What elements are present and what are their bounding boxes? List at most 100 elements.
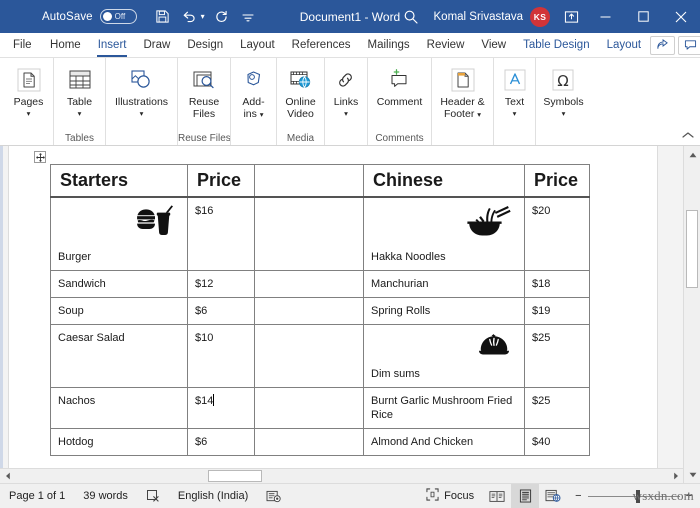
tab-review[interactable]: Review	[418, 33, 473, 57]
text-button[interactable]: Text ▾	[494, 63, 536, 120]
header-footer-button[interactable]: Header & Footer ▾	[432, 63, 493, 122]
scroll-left-icon[interactable]	[0, 469, 15, 483]
reuse-files-button[interactable]: Reuse Files	[178, 63, 230, 122]
cell-price[interactable]: $16	[187, 196, 255, 271]
table-row[interactable]: Hotdog $6 Almond And Chicken $40	[50, 427, 590, 456]
document-page[interactable]: Starters Price Chinese Price Burger $16 …	[8, 146, 658, 483]
print-layout-icon[interactable]	[511, 483, 540, 508]
cell-gap[interactable]	[254, 323, 364, 388]
comments-icon[interactable]	[677, 35, 700, 55]
cell-price[interactable]: $12	[187, 269, 255, 298]
cell-item2[interactable]: Spring Rolls	[363, 296, 525, 325]
cell-item2[interactable]: Manchurian	[363, 269, 525, 298]
tab-view[interactable]: View	[473, 33, 515, 57]
cell-item2[interactable]: Dim sums	[363, 323, 525, 388]
tab-insert[interactable]: Insert	[89, 33, 135, 57]
cell-price[interactable]: $10	[187, 323, 255, 388]
cell-item[interactable]: Soup	[50, 296, 188, 325]
cell-price[interactable]: $6	[187, 296, 255, 325]
add-ins-button[interactable]: Add-ins ▾	[231, 63, 276, 122]
table-button[interactable]: Table ▾	[59, 63, 101, 120]
avatar[interactable]: KS	[530, 6, 550, 27]
undo-dropdown-icon[interactable]: ▾	[198, 12, 208, 21]
vertical-scrollbar[interactable]	[683, 146, 700, 483]
word-count[interactable]: 39 words	[74, 490, 137, 502]
tab-mailings[interactable]: Mailings	[359, 33, 418, 57]
focus-mode-button[interactable]: Focus	[417, 488, 483, 504]
account-button[interactable]: Komal Srivastava KS	[428, 6, 556, 27]
tab-draw[interactable]: Draw	[135, 33, 179, 57]
comment-button[interactable]: Comment	[372, 63, 428, 111]
read-mode-icon[interactable]	[483, 484, 511, 508]
share-icon[interactable]	[649, 35, 675, 55]
horizontal-scroll-thumb[interactable]	[208, 470, 262, 482]
cell-gap[interactable]	[254, 427, 364, 456]
cell-price2[interactable]: $20	[524, 196, 590, 271]
scroll-up-icon[interactable]	[684, 146, 700, 163]
tab-table-layout[interactable]: Layout	[598, 33, 650, 57]
tab-home[interactable]: Home	[42, 33, 90, 57]
cell-item[interactable]: Caesar Salad	[50, 323, 188, 388]
scroll-down-icon[interactable]	[684, 466, 700, 483]
cell-item[interactable]: Hotdog	[50, 427, 188, 456]
cell-gap[interactable]	[254, 386, 364, 429]
cell-item[interactable]: Sandwich	[50, 269, 188, 298]
autosave-control[interactable]: AutoSave Off	[42, 9, 137, 24]
tab-layout[interactable]: Layout	[232, 33, 284, 57]
online-video-button[interactable]: Online Video	[277, 63, 324, 122]
ribbon-group-addins: Add-ins ▾	[230, 58, 276, 145]
cell-price2[interactable]: $25	[524, 386, 590, 429]
online-video-label: Online Video	[285, 96, 316, 120]
cell-item[interactable]: Burger	[50, 196, 188, 271]
web-layout-icon[interactable]	[539, 484, 567, 508]
cell-price2[interactable]: $18	[524, 269, 590, 298]
links-button[interactable]: Links ▾	[325, 63, 367, 120]
table-row[interactable]: Burger $16 Hakka Noodles $20	[50, 196, 590, 271]
minimize-icon[interactable]	[586, 0, 624, 33]
zoom-out-button[interactable]: −	[575, 490, 581, 502]
scroll-right-icon[interactable]	[668, 469, 683, 483]
customize-quick-access-toolbar-icon[interactable]	[236, 5, 260, 29]
table-move-handle-icon[interactable]	[34, 151, 46, 163]
tab-table-design[interactable]: Table Design	[515, 33, 598, 57]
ribbon-display-options-icon[interactable]	[556, 0, 586, 33]
proofing-errors-icon[interactable]	[137, 489, 169, 503]
pages-icon	[13, 65, 45, 95]
symbols-button[interactable]: Ω Symbols ▾	[538, 63, 588, 120]
language-indicator[interactable]: English (India)	[169, 490, 257, 502]
cell-price2[interactable]: $40	[524, 427, 590, 456]
cell-price2[interactable]: $19	[524, 296, 590, 325]
cell-item2[interactable]: Hakka Noodles	[363, 196, 525, 271]
cell-price[interactable]: $6	[187, 427, 255, 456]
save-icon[interactable]	[151, 5, 175, 29]
ribbon: Pages ▾ Table ▾ Tables Illustrations ▾ R…	[0, 58, 700, 146]
menu-table[interactable]: Starters Price Chinese Price Burger $16 …	[50, 164, 590, 456]
cell-item2[interactable]: Burnt Garlic Mushroom Fried Rice	[363, 386, 525, 429]
accessibility-checker-icon[interactable]	[257, 490, 290, 503]
vertical-scroll-thumb[interactable]	[686, 210, 698, 288]
page-info[interactable]: Page 1 of 1	[0, 490, 74, 502]
cell-gap[interactable]	[254, 269, 364, 298]
maximize-icon[interactable]	[624, 0, 662, 33]
horizontal-scrollbar[interactable]	[0, 468, 683, 483]
tab-design[interactable]: Design	[179, 33, 232, 57]
cell-price-active[interactable]: $14	[187, 386, 255, 429]
redo-icon[interactable]	[210, 5, 234, 29]
autosave-toggle[interactable]: Off	[99, 9, 137, 24]
table-row[interactable]: Caesar Salad $10 Dim sums $25	[50, 323, 590, 388]
tab-file[interactable]: File	[0, 33, 42, 57]
illustrations-button[interactable]: Illustrations ▾	[110, 63, 173, 120]
table-row[interactable]: Sandwich $12 Manchurian $18	[50, 269, 590, 298]
pages-button[interactable]: Pages ▾	[8, 63, 50, 120]
close-icon[interactable]	[662, 0, 700, 33]
cell-gap[interactable]	[254, 296, 364, 325]
cell-item[interactable]: Nachos	[50, 386, 188, 429]
collapse-ribbon-icon[interactable]	[682, 131, 694, 142]
table-row[interactable]: Soup $6 Spring Rolls $19	[50, 296, 590, 325]
cell-price2[interactable]: $25	[524, 323, 590, 388]
cell-gap[interactable]	[254, 196, 364, 271]
table-row[interactable]: Nachos $14 Burnt Garlic Mushroom Fried R…	[50, 386, 590, 429]
cell-item2[interactable]: Almond And Chicken	[363, 427, 525, 456]
tab-references[interactable]: References	[283, 33, 359, 57]
search-icon[interactable]	[394, 0, 428, 33]
